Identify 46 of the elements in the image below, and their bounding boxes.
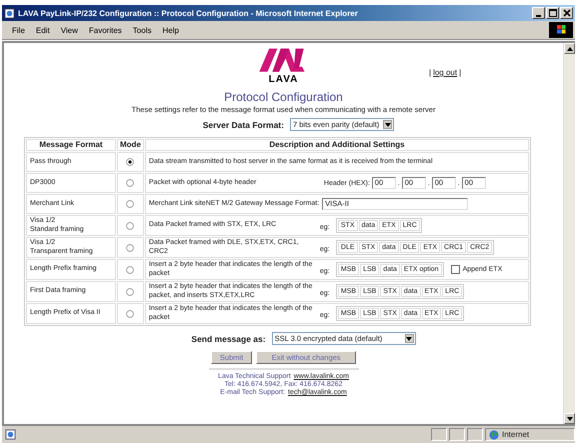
menu-item[interactable]: Help: [162, 26, 179, 34]
page-icon: [5, 429, 16, 440]
dropdown-arrow-icon: [406, 336, 412, 340]
mode-radio[interactable]: [126, 288, 134, 296]
mode-radio[interactable]: [126, 200, 134, 208]
minimize-button[interactable]: [532, 7, 545, 19]
separator-text: |: [459, 68, 462, 77]
down-arrow-icon: [566, 416, 572, 420]
column-header: Description and Additional Settings: [144, 139, 529, 151]
close-button[interactable]: [560, 7, 573, 19]
menu-item[interactable]: View: [60, 26, 78, 34]
mode-radio[interactable]: [126, 179, 134, 187]
send-message-label: Send message as:: [191, 334, 266, 344]
status-pane: [449, 428, 465, 441]
status-pane: [467, 428, 483, 441]
up-arrow-icon: [566, 46, 572, 50]
mode-radio[interactable]: [126, 266, 134, 274]
page-heading: Protocol Configuration: [224, 91, 343, 104]
append-etx-checkbox[interactable]: [450, 265, 460, 274]
mode-radio[interactable]: [126, 244, 134, 252]
server-format-label: Server Data Format:: [202, 120, 284, 130]
scroll-up-button[interactable]: [564, 43, 575, 54]
scroll-down-button[interactable]: [564, 413, 575, 424]
globe-icon: [489, 430, 499, 440]
mode-radio[interactable]: [126, 310, 134, 318]
dropdown-arrow-icon: [384, 122, 391, 126]
menu-item[interactable]: File: [12, 26, 25, 34]
column-header: Mode: [117, 139, 144, 151]
logo-text: LAVA: [268, 75, 298, 85]
window-title: LAVA PayLink-IP/232 Configuration :: Protocol Configuration - Microsoft Internet Explorer: [18, 8, 359, 18]
zone-text: Internet: [502, 430, 530, 439]
vertical-scrollbar[interactable]: [563, 43, 575, 424]
maximize-icon: [548, 9, 556, 17]
flag-logo-icon: [549, 22, 573, 38]
browser-page-icon: [4, 8, 15, 18]
mode-radio[interactable]: [126, 158, 134, 166]
menu-item[interactable]: Edit: [36, 26, 50, 34]
menu-item[interactable]: Tools: [132, 26, 152, 34]
status-pane: [431, 428, 447, 441]
logout-link[interactable]: log out: [433, 68, 458, 77]
maximize-button[interactable]: [546, 7, 559, 19]
menu-item[interactable]: Favorites: [88, 26, 122, 34]
column-header: Message Format: [26, 139, 116, 151]
close-icon: [562, 9, 570, 17]
separator-text: |: [429, 68, 432, 77]
mode-radio[interactable]: [126, 222, 134, 230]
